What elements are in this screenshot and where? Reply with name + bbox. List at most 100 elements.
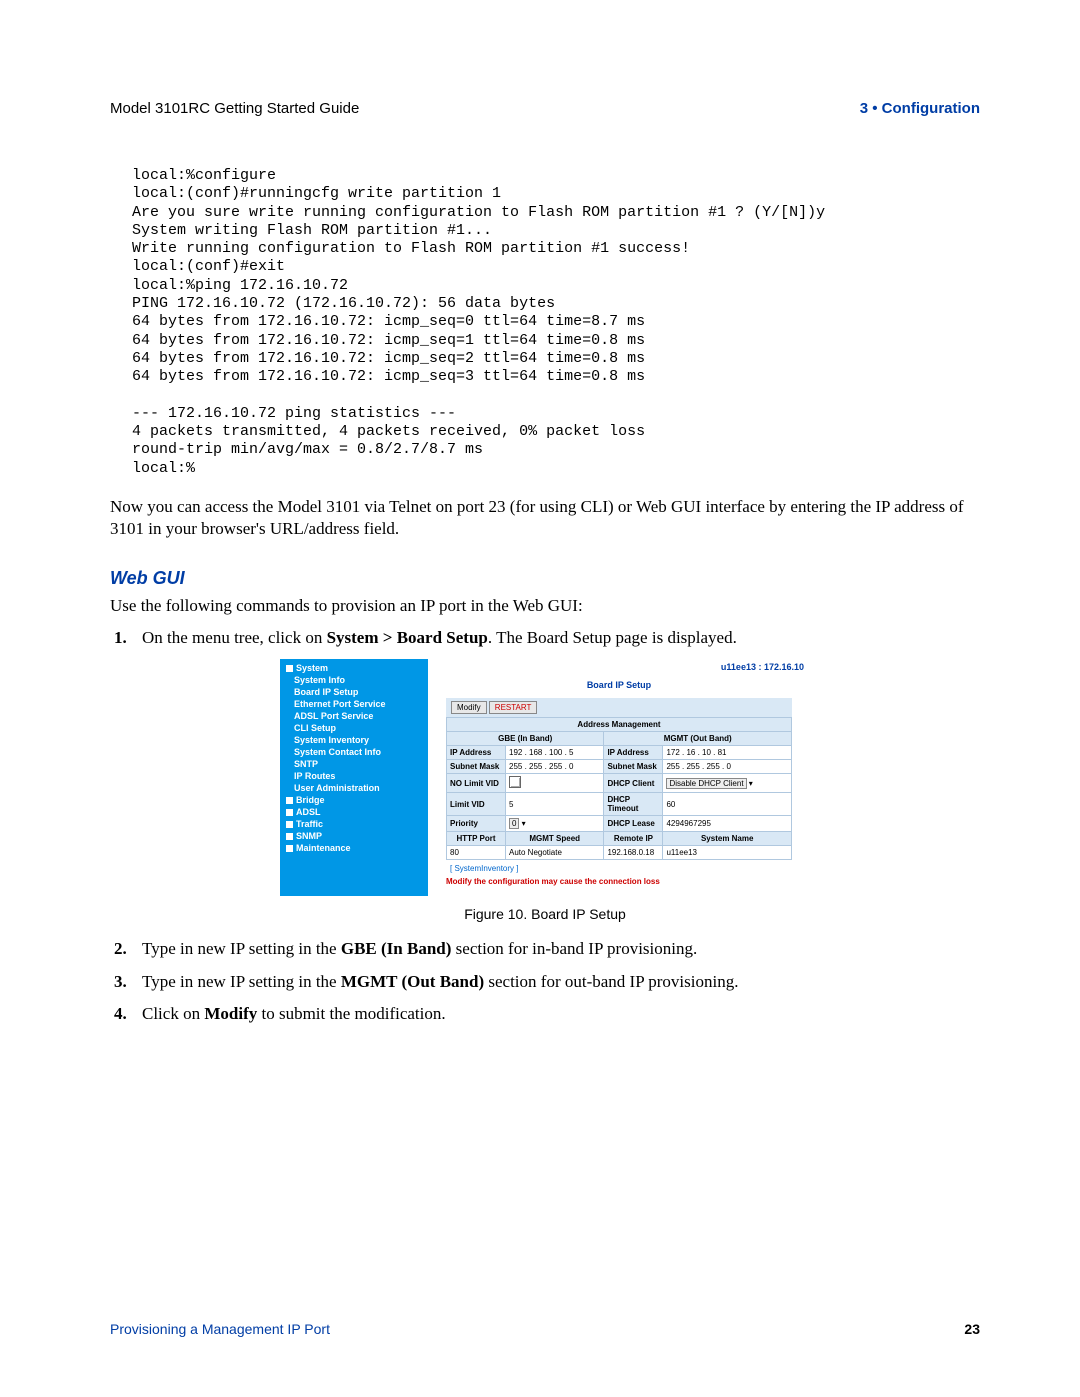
step-1: 1. On the menu tree, click on System > B… xyxy=(114,627,980,649)
step-text: Click on Modify to submit the modificati… xyxy=(142,1003,980,1025)
dhcp-to-value[interactable]: 60 xyxy=(663,793,792,816)
sidebar-item[interactable]: System Info xyxy=(280,674,428,686)
page-footer: Provisioning a Management IP Port 23 xyxy=(110,1321,980,1337)
addr-header: Address Management xyxy=(447,718,792,732)
mask-in-value[interactable]: 255 . 255 . 255 . 0 xyxy=(506,760,604,774)
mask-label-out: Subnet Mask xyxy=(604,760,663,774)
sidebar-item[interactable]: Board IP Setup xyxy=(280,686,428,698)
sidebar-item[interactable]: Maintenance xyxy=(280,842,428,854)
sidebar-item-label: Ethernet Port Service xyxy=(294,699,386,709)
dhcp-client-label: DHCP Client xyxy=(604,774,663,793)
header-right: 3 • Configuration xyxy=(860,100,980,117)
http-label: HTTP Port xyxy=(447,832,506,846)
ip-label: IP Address xyxy=(447,746,506,760)
ip-label-out: IP Address xyxy=(604,746,663,760)
sidebar-item-label: System Contact Info xyxy=(294,747,381,757)
sidebar-item-label: Board IP Setup xyxy=(294,687,358,697)
tree-expand-icon[interactable] xyxy=(286,809,293,816)
sidebar-item-label: Traffic xyxy=(296,819,323,829)
sidebar-item[interactable]: SNTP xyxy=(280,758,428,770)
sidebar-item-label: SNTP xyxy=(294,759,318,769)
section-heading-webgui: Web GUI xyxy=(110,568,980,589)
tree-expand-icon[interactable] xyxy=(286,821,293,828)
step-text: On the menu tree, click on System > Boar… xyxy=(142,627,980,649)
body-paragraph: Now you can access the Model 3101 via Te… xyxy=(110,496,980,540)
tree-expand-icon[interactable] xyxy=(286,665,293,672)
mgmt-speed-label: MGMT Speed xyxy=(506,832,604,846)
step-number: 2. xyxy=(114,938,142,960)
sidebar-item[interactable]: Ethernet Port Service xyxy=(280,698,428,710)
address-table: Address Management GBE (In Band) MGMT (O… xyxy=(446,717,792,860)
tree-expand-icon[interactable] xyxy=(286,833,293,840)
sidebar-item-label: Maintenance xyxy=(296,843,351,853)
mgmt-speed-value: Auto Negotiate xyxy=(506,846,604,860)
tree-expand-icon[interactable] xyxy=(286,845,293,852)
sidebar-item[interactable]: System xyxy=(280,662,428,674)
limitvid-value[interactable]: 5 xyxy=(506,793,604,816)
dhcp-to-label: DHCP Timeout xyxy=(604,793,663,816)
sidebar-item[interactable]: ADSL Port Service xyxy=(280,710,428,722)
step-text: Type in new IP setting in the MGMT (Out … xyxy=(142,971,980,993)
sidebar-item-label: ADSL Port Service xyxy=(294,711,373,721)
webgui-intro: Use the following commands to provision … xyxy=(110,595,980,617)
figure-caption: Figure 10. Board IP Setup xyxy=(110,906,980,922)
sysname-label: System Name xyxy=(663,832,792,846)
screenshot-sidebar: System System Info Board IP Setup Ethernet … xyxy=(280,659,428,896)
step-2: 2. Type in new IP setting in the GBE (In… xyxy=(114,938,980,960)
sidebar-item[interactable]: SNMP xyxy=(280,830,428,842)
screenshot-identity: u11ee13 : 172.16.10 xyxy=(428,659,810,672)
step-number: 3. xyxy=(114,971,142,993)
limitvid-label: Limit VID xyxy=(447,793,506,816)
checkbox-icon[interactable] xyxy=(509,776,521,788)
step-number: 1. xyxy=(114,627,142,649)
restart-button[interactable]: RESTART xyxy=(489,701,538,714)
nolimit-checkbox[interactable] xyxy=(506,774,604,793)
footer-left: Provisioning a Management IP Port xyxy=(110,1321,330,1337)
dhcp-client-select[interactable]: Disable DHCP Client ▾ xyxy=(663,774,792,793)
mask-label: Subnet Mask xyxy=(447,760,506,774)
http-value[interactable]: 80 xyxy=(447,846,506,860)
sidebar-item[interactable]: System Inventory xyxy=(280,734,428,746)
screenshot-title: Board IP Setup xyxy=(428,672,810,698)
col-inband: GBE (In Band) xyxy=(447,732,604,746)
ip-in-value[interactable]: 192 . 168 . 100 . 5 xyxy=(506,746,604,760)
priority-select[interactable]: 0 ▾ xyxy=(506,816,604,832)
sidebar-item-label: System xyxy=(296,663,328,673)
document-page: Model 3101RC Getting Started Guide 3 • C… xyxy=(0,0,1080,1397)
tree-expand-icon[interactable] xyxy=(286,797,293,804)
sidebar-item[interactable]: System Contact Info xyxy=(280,746,428,758)
sidebar-item[interactable]: IP Routes xyxy=(280,770,428,782)
page-header: Model 3101RC Getting Started Guide 3 • C… xyxy=(110,100,980,117)
sysname-value[interactable]: u11ee13 xyxy=(663,846,792,860)
sidebar-item-label: Bridge xyxy=(296,795,325,805)
sidebar-item-label: User Administration xyxy=(294,783,380,793)
step-number: 4. xyxy=(114,1003,142,1025)
modify-button[interactable]: Modify xyxy=(451,701,487,714)
sidebar-item[interactable]: ADSL xyxy=(280,806,428,818)
step-text: Type in new IP setting in the GBE (In Ba… xyxy=(142,938,980,960)
sidebar-item[interactable]: Bridge xyxy=(280,794,428,806)
dhcp-lease-label: DHCP Lease xyxy=(604,816,663,832)
system-inventory-link[interactable]: [ SystemInventory ] xyxy=(446,860,810,877)
col-outband: MGMT (Out Band) xyxy=(604,732,792,746)
cli-output-block: local:%configure local:(conf)#runningcfg… xyxy=(132,167,980,478)
screenshot-button-row: Modify RESTART xyxy=(446,698,792,717)
screenshot-main: u11ee13 : 172.16.10 Board IP Setup Modif… xyxy=(428,659,810,896)
nolimit-label: NO Limit VID xyxy=(447,774,506,793)
step-3: 3. Type in new IP setting in the MGMT (O… xyxy=(114,971,980,993)
config-warning: Modify the configuration may cause the c… xyxy=(446,877,792,886)
sidebar-item[interactable]: User Administration xyxy=(280,782,428,794)
sidebar-item-label: System Info xyxy=(294,675,345,685)
sidebar-item-label: ADSL xyxy=(296,807,321,817)
mask-out-value[interactable]: 255 . 255 . 255 . 0 xyxy=(663,760,792,774)
sidebar-item-label: CLI Setup xyxy=(294,723,336,733)
ip-out-value[interactable]: 172 . 16 . 10 . 81 xyxy=(663,746,792,760)
sidebar-item[interactable]: CLI Setup xyxy=(280,722,428,734)
remote-label: Remote IP xyxy=(604,832,663,846)
header-left: Model 3101RC Getting Started Guide xyxy=(110,100,359,117)
sidebar-item-label: System Inventory xyxy=(294,735,369,745)
remote-value: 192.168.0.18 xyxy=(604,846,663,860)
sidebar-item[interactable]: Traffic xyxy=(280,818,428,830)
footer-right: 23 xyxy=(964,1321,980,1337)
step-4: 4. Click on Modify to submit the modific… xyxy=(114,1003,980,1025)
